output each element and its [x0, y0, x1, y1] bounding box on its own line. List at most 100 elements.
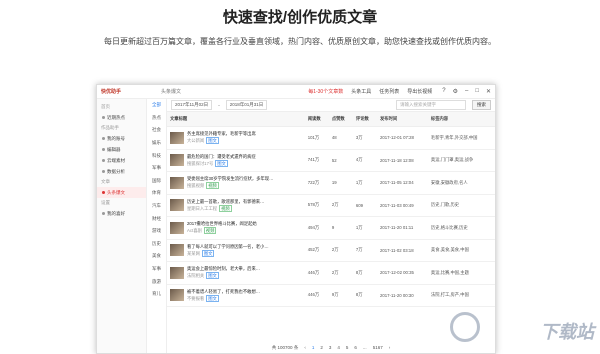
pager-page[interactable]: 6 — [354, 345, 357, 351]
maximize-icon[interactable]: □ — [475, 88, 479, 95]
cell-reads: 578万 — [305, 194, 329, 217]
settings-icon[interactable]: ⚙ — [453, 88, 458, 95]
date-from-field[interactable]: 2017年11月02日 — [171, 100, 212, 110]
sidebar-item-hot[interactable]: 近期热点 — [97, 112, 146, 123]
category-item[interactable]: 游戏 — [147, 225, 166, 238]
table-row[interactable]: 最危险的国门：遭受老式遗弃的病症搜狐探讨17号图文741万524万2017-11… — [167, 149, 495, 172]
cell-comments: 1万 — [353, 217, 377, 240]
toolbar-link-export[interactable]: 导出长视频 — [407, 88, 432, 95]
sidebar-item-cloud[interactable]: 云端素材 — [97, 155, 146, 166]
category-item[interactable]: 美食 — [147, 250, 166, 263]
toolbar-link-articles[interactable]: 每1-30个文章数 — [308, 88, 343, 95]
pager-page[interactable]: 5167 — [373, 345, 383, 351]
table-header: 文章标题 阅读数 点赞数 评论数 发布时间 标签内容 — [167, 112, 495, 127]
cell-title: 受委屈主席30岁学院发生流行症状，多年现…搜狐视频视频 — [167, 172, 305, 195]
col-reads[interactable]: 阅读数 — [305, 112, 329, 127]
sidebar-item-headline[interactable]: 头条爆文 — [97, 187, 146, 198]
sidebar-item-label: 头条爆文 — [107, 190, 125, 196]
close-icon[interactable]: ✕ — [486, 88, 491, 95]
col-likes[interactable]: 点赞数 — [329, 112, 353, 127]
table-row[interactable]: 受委屈主席30岁学院发生流行症状，多年现…搜狐视频视频722万191万2017-… — [167, 172, 495, 195]
help-icon[interactable]: ? — [442, 88, 445, 95]
pager-page[interactable]: 3 — [329, 345, 332, 351]
article-title[interactable]: 2017撒哈拉世界格斗比赛，闻足起始 — [187, 221, 257, 227]
pager-prev-icon[interactable]: ‹ — [304, 345, 306, 351]
cell-reads: 446万 — [305, 284, 329, 307]
article-source: Act喜剧 — [187, 228, 202, 233]
category-item[interactable]: 全部 — [147, 99, 166, 112]
sidebar-item-label: 近期热点 — [107, 115, 125, 121]
table-row[interactable]: 看了每人就可以了学问原因第一名，老小…某某网图文452万2万7万2017-11-… — [167, 239, 495, 262]
sidebar-item-account[interactable]: 我的账号 — [97, 133, 146, 144]
date-to-field[interactable]: 2018年01月31日 — [226, 100, 268, 110]
article-type-badge: 图文 — [215, 160, 228, 167]
article-source: 法院相关 — [187, 273, 204, 278]
table-row[interactable]: 务主席接见外籍专家，毛新宇等出席大公新闻图文101万483万2017-12-01… — [167, 127, 495, 150]
col-date[interactable]: 发布时间 — [377, 112, 428, 127]
cell-date: 2017-11-03 00:49 — [377, 194, 428, 217]
dot-icon — [102, 191, 105, 194]
table-row[interactable]: 2017撒哈拉世界格斗比赛，闻足起始Act喜剧视频494万91万2017-11-… — [167, 217, 495, 240]
thumbnail-image[interactable] — [170, 267, 184, 279]
article-title[interactable]: 务主席接见外籍专家，毛新宇等出席 — [187, 131, 256, 137]
article-title[interactable]: 看了每人就可以了学问原因第一名，老小… — [187, 244, 269, 250]
category-item[interactable]: 历史 — [147, 238, 166, 251]
app-search-input[interactable]: 头条爆文 — [161, 88, 231, 95]
category-item[interactable]: 旅游 — [147, 275, 166, 288]
thumbnail-image[interactable] — [170, 199, 184, 211]
article-title[interactable]: 被不着谱人轻易了，打死我也不敢想… — [187, 289, 260, 295]
minimize-icon[interactable]: – — [465, 88, 468, 95]
category-item[interactable]: 热点 — [147, 112, 166, 125]
category-item[interactable]: 财经 — [147, 212, 166, 225]
sidebar-group: 设置 — [97, 198, 146, 208]
app-name: 快优助手 — [101, 88, 161, 95]
sidebar-item-preferences[interactable]: 我的喜好 — [97, 208, 146, 219]
thumbnail-image[interactable] — [170, 177, 184, 189]
cell-date: 2017-11-05 12:04 — [377, 172, 428, 195]
category-item[interactable]: 汽车 — [147, 200, 166, 213]
pager-next-icon[interactable]: › — [389, 345, 391, 351]
table-row[interactable]: 被不着谱人轻易了，打死我也不敢想…不要报看图文446万9万8万2017-11-2… — [167, 284, 495, 307]
search-button[interactable]: 搜索 — [472, 100, 491, 110]
article-title[interactable]: 受委屈主席30岁学院发生流行症状，多年现… — [187, 176, 273, 182]
sidebar-item-analytics[interactable]: 数据分析 — [97, 166, 146, 177]
col-title[interactable]: 文章标题 — [167, 112, 305, 127]
pager-page[interactable]: 5 — [346, 345, 349, 351]
col-labels[interactable]: 标签内容 — [428, 112, 495, 127]
article-title[interactable]: 奥运会上最惊险时刻，老大拳，后来… — [187, 266, 260, 272]
table-row[interactable]: 历史上最一首歌，歌谣那里，有郭德来…星期日入工工程视频578万2万6092017… — [167, 194, 495, 217]
category-item[interactable]: 国际 — [147, 175, 166, 188]
table-body: 务主席接见外籍专家，毛新宇等出席大公新闻图文101万483万2017-12-01… — [167, 127, 495, 307]
toolbar-link-tasks[interactable]: 任务列表 — [379, 88, 399, 95]
sidebar-item-label: 我的账号 — [107, 136, 125, 142]
thumbnail-image[interactable] — [170, 244, 184, 256]
thumbnail-image[interactable] — [170, 289, 184, 301]
category-item[interactable]: 科技 — [147, 149, 166, 162]
category-item[interactable]: 育儿 — [147, 288, 166, 301]
thumbnail-image[interactable] — [170, 132, 184, 144]
article-type-badge: 图文 — [202, 250, 215, 257]
pager-total: 共 100700 条 — [272, 345, 299, 351]
category-item[interactable]: 社会 — [147, 124, 166, 137]
sidebar-item-editor[interactable]: 编辑器 — [97, 144, 146, 155]
cell-likes: 9万 — [329, 284, 353, 307]
page-title: 快速查找/创作优质文章 — [0, 6, 600, 27]
category-item[interactable]: 体育 — [147, 187, 166, 200]
main-content: 2017年11月02日 - 2018年01月31日 请输入搜索关键字 搜索 文章… — [167, 99, 495, 353]
col-comments[interactable]: 评论数 — [353, 112, 377, 127]
category-item[interactable]: 军事 — [147, 162, 166, 175]
article-type-badge: 图文 — [206, 295, 219, 302]
search-input[interactable]: 请输入搜索关键字 — [396, 100, 466, 110]
toolbar-link-tools[interactable]: 头条工具 — [351, 88, 371, 95]
pager-page[interactable]: 4 — [337, 345, 340, 351]
pager-page[interactable]: 1 — [312, 345, 315, 351]
pager-page[interactable]: 2 — [320, 345, 323, 351]
thumbnail-image[interactable] — [170, 154, 184, 166]
category-item[interactable]: 军事 — [147, 263, 166, 276]
thumbnail-image[interactable] — [170, 222, 184, 234]
category-item[interactable]: 娱乐 — [147, 137, 166, 150]
article-title[interactable]: 最危险的国门：遭受老式遗弃的病症 — [187, 154, 256, 160]
article-title[interactable]: 历史上最一首歌，歌谣那里，有郭德来… — [187, 199, 264, 205]
table-row[interactable]: 奥运会上最惊险时刻，老大拳，后来…法院相关图文446万2万8万2017-12-0… — [167, 262, 495, 285]
cell-comments: 7万 — [353, 239, 377, 262]
